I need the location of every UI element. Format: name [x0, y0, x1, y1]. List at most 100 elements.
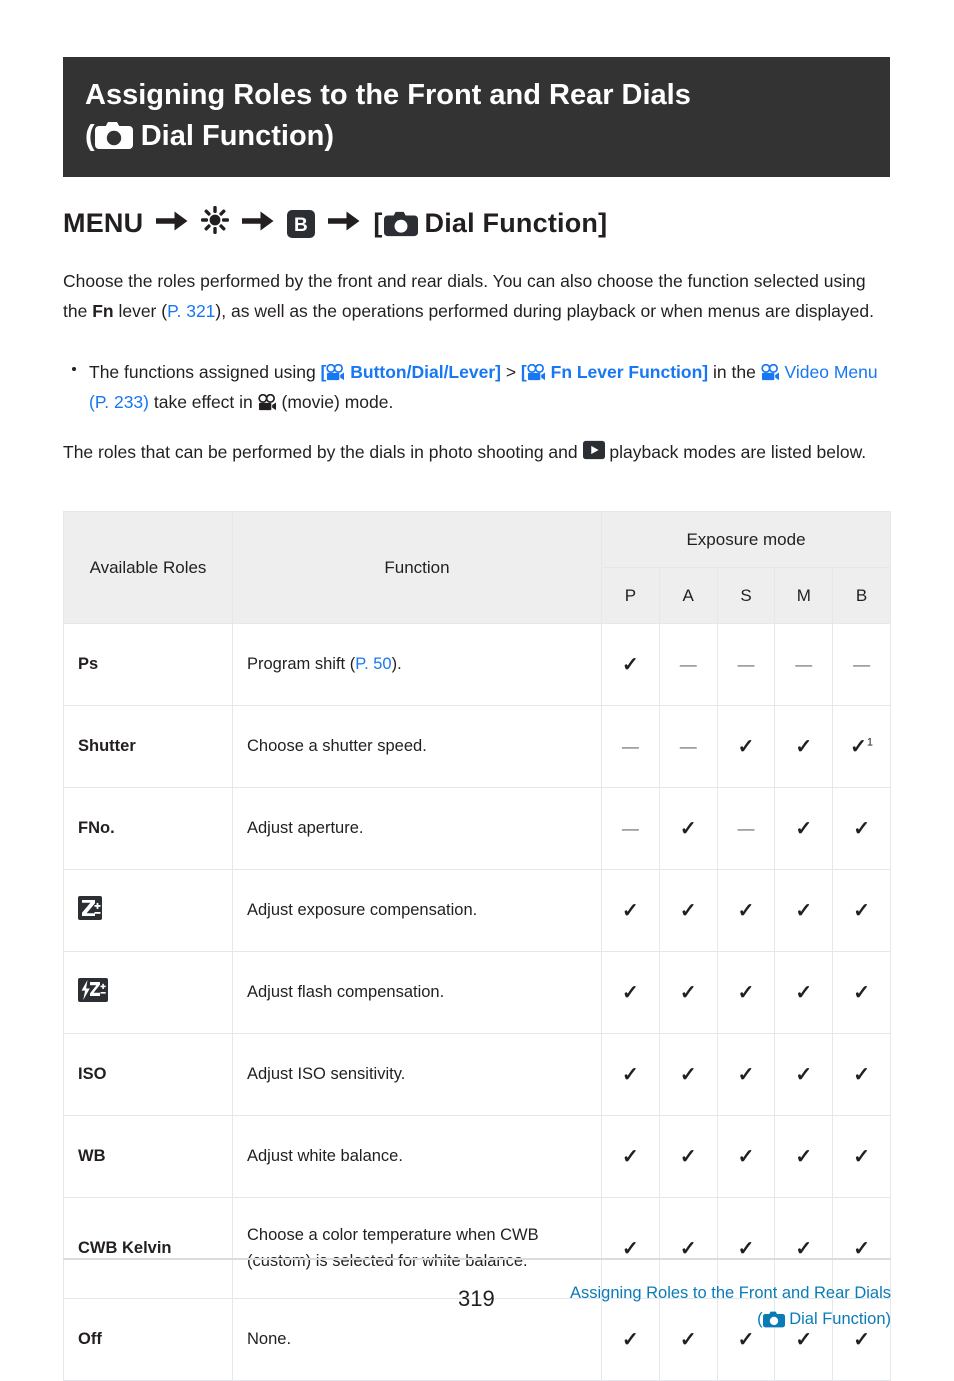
bullet-text-2: in the — [708, 362, 761, 382]
flash-compensation-icon — [78, 978, 108, 1006]
role-label: Ps — [78, 655, 99, 673]
support-check-cell: ✓ — [832, 951, 891, 1034]
role-label: ISO — [78, 1065, 107, 1083]
function-text: Adjust ISO sensitivity. — [247, 1065, 406, 1084]
b-button-icon: B — [287, 209, 316, 238]
bullet-text-3: take effect in — [149, 392, 258, 413]
check-icon: ✓ — [679, 1237, 697, 1260]
check-icon: ✓ — [795, 1237, 813, 1260]
column-header-mode-b: B — [832, 567, 891, 624]
check-icon: ✓ — [853, 900, 870, 922]
page-reference-link[interactable]: P. 50 — [355, 655, 391, 673]
menu-target-label: Dial Function] — [424, 208, 608, 238]
check-icon: ✓ — [622, 982, 639, 1004]
movie-camera-icon — [760, 364, 780, 381]
page-title-bar: Assigning Roles to the Front and Rear Di… — [63, 57, 890, 178]
dash-icon: — — [621, 736, 639, 756]
support-check-cell: ✓ — [716, 1115, 776, 1198]
camera-icon — [94, 121, 133, 150]
page-title-line-1: Assigning Roles to the Front and Rear Di… — [85, 79, 691, 111]
dash-icon: — — [679, 654, 697, 674]
support-check-cell: ✓ — [601, 623, 660, 706]
intro-paragraph: Choose the roles performed by the front … — [63, 266, 893, 326]
column-header-mode-s: S — [716, 567, 776, 624]
page-link-321[interactable]: P. 321 — [167, 301, 215, 321]
exposure-compensation-icon — [63, 869, 233, 952]
support-check-cell: ✓ — [774, 869, 834, 952]
support-dash-cell: — — [832, 623, 891, 706]
check-icon: ✓ — [853, 982, 870, 1004]
role-name-cell: Shutter — [63, 705, 233, 788]
function-description-cell: Choose a shutter speed. — [232, 705, 602, 788]
playback-icon — [582, 439, 605, 461]
camera-icon — [383, 211, 418, 237]
menu-path: MENU B [ Dial Function] — [63, 206, 607, 241]
check-icon: ✓ — [679, 982, 697, 1004]
footer-link-line-2: ( Dial Function) — [570, 1306, 891, 1332]
dash-icon: — — [795, 654, 813, 674]
function-text: None. — [247, 1330, 292, 1349]
table-row: Shutter Choose a shutter speed. — — ✓ ✓ ✓1 — [63, 705, 891, 788]
check-icon: ✓ — [622, 1146, 639, 1168]
function-text: Choose a color temperature when CWB (cus… — [247, 1225, 539, 1270]
support-check-cell: ✓ — [658, 869, 718, 952]
table-row: Adjust exposure compensation. ✓ ✓ ✓ ✓ ✓ — [63, 869, 891, 952]
role-label: WB — [78, 1147, 106, 1165]
footer-link[interactable]: Assigning Roles to the Front and Rear Di… — [570, 1280, 891, 1333]
function-text: Adjust flash compensation. — [247, 983, 445, 1002]
support-check-cell: ✓ — [658, 1115, 718, 1198]
check-icon: ✓ — [737, 1064, 755, 1086]
support-check-cell: ✓ — [774, 705, 834, 788]
fn-lever-function-link[interactable]: [ Fn Lever Function] — [521, 362, 708, 382]
function-description-cell: Adjust exposure compensation. — [232, 869, 602, 952]
link-label: Fn Lever Function] — [550, 362, 709, 382]
table-body: Ps Program shift (P. 50). ✓ — — — — Shutter Choo… — [63, 623, 891, 1381]
function-text: Choose a shutter speed. — [247, 737, 427, 756]
check-icon: ✓ — [679, 900, 697, 922]
check-icon: ✓ — [795, 818, 813, 840]
support-check-cell: ✓ — [832, 1115, 891, 1198]
bullet-text-4: (movie) mode. — [276, 392, 394, 413]
movie-camera-icon — [527, 364, 546, 381]
support-check-cell: ✓ — [716, 1033, 776, 1116]
menu-target-bracket-open: [ — [373, 208, 383, 238]
table-row: Adjust flash compensation. ✓ ✓ ✓ ✓ ✓ — [63, 951, 891, 1034]
dash-icon: — — [737, 654, 755, 674]
role-name-cell: FNo. — [63, 787, 233, 870]
support-check-cell: ✓ — [832, 1033, 891, 1116]
column-header-exposure-mode: Exposure mode — [601, 511, 891, 568]
check-icon: ✓ — [795, 982, 813, 1004]
function-text: Program shift ( — [247, 655, 356, 674]
svg-text:B: B — [294, 215, 308, 236]
support-check-cell: ✓ — [658, 787, 718, 870]
arrow-icon-2 — [242, 208, 274, 239]
table-row: FNo. Adjust aperture. — ✓ — ✓ ✓ — [63, 787, 891, 870]
support-check-cell: ✓ — [658, 951, 718, 1034]
table-row: WB Adjust white balance. ✓ ✓ ✓ ✓ ✓ — [63, 1115, 891, 1198]
menu-label: MENU — [63, 208, 144, 238]
support-check-cell: ✓ — [601, 1115, 660, 1198]
support-check-cell: ✓ — [774, 1115, 834, 1198]
intro-paragraph-2: The roles that can be performed by the d… — [63, 437, 893, 467]
check-icon: ✓ — [853, 1146, 870, 1168]
check-icon: ✓ — [679, 818, 697, 840]
check-icon: ✓ — [850, 736, 867, 758]
title-text: Dial Function) — [140, 120, 335, 153]
support-dash-cell: — — [658, 705, 718, 788]
document-page: Assigning Roles to the Front and Rear Di… — [0, 0, 954, 1381]
column-header-mode-p: P — [601, 567, 660, 624]
check-icon: ✓ — [737, 1237, 755, 1260]
footnote-marker: 1 — [866, 736, 874, 749]
function-text: Adjust exposure compensation. — [247, 901, 478, 920]
dash-icon: — — [621, 818, 639, 838]
check-icon: ✓ — [622, 1064, 639, 1086]
table-header: Available Roles Function Exposure mode P… — [63, 511, 891, 624]
function-text: Adjust aperture. — [247, 819, 364, 838]
support-check-cell: ✓ — [601, 869, 660, 952]
role-name-cell: WB — [63, 1115, 233, 1198]
button-dial-lever-link[interactable]: [ Button/Dial/Lever] — [321, 362, 501, 382]
page-footer: 319 Assigning Roles to the Front and Rea… — [63, 1272, 891, 1332]
function-description-cell: Adjust ISO sensitivity. — [232, 1033, 602, 1116]
dash-icon: — — [679, 736, 697, 756]
check-icon: ✓ — [737, 982, 755, 1004]
